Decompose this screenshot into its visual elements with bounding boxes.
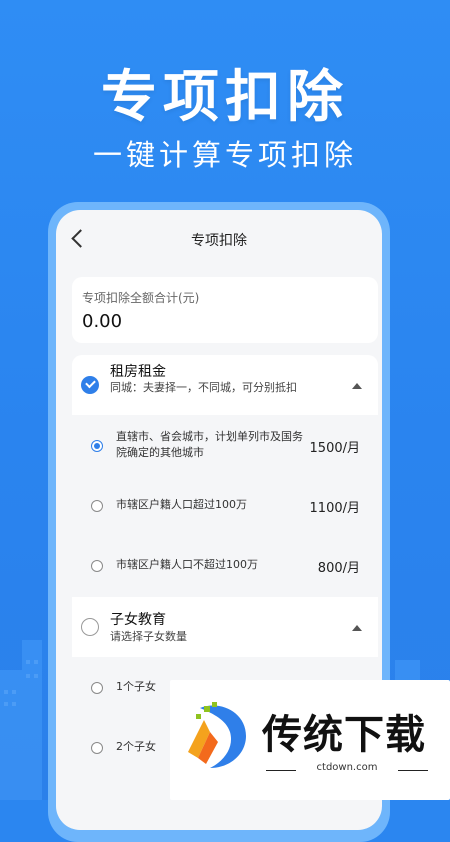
collapse-caret-icon[interactable] (352, 383, 362, 389)
total-label: 专项扣除全额合计(元) (82, 291, 200, 305)
option-rent-tier3[interactable]: 市辖区户籍人口不超过100万 800/月 (72, 535, 378, 595)
option-rent-tier2[interactable]: 市辖区户籍人口超过100万 1100/月 (72, 475, 378, 535)
total-card: 专项扣除全额合计(元) 0.00 (72, 277, 378, 343)
option-amount: 1100/月 (309, 501, 360, 516)
collapse-caret-icon[interactable] (352, 625, 362, 631)
page-title: 专项扣除 (191, 233, 247, 249)
watermark-url: ctdown.com (316, 762, 378, 773)
option-label: 直辖市、省会城市，计划单列市及国务院确定的其他城市 (116, 430, 303, 459)
option-rent-tier1[interactable]: 直辖市、省会城市，计划单列市及国务院确定的其他城市 1500/月 (72, 415, 378, 475)
option-amount: 1500/月 (309, 441, 360, 456)
option-label: 市辖区户籍人口超过100万 (116, 498, 247, 511)
radio-empty-icon[interactable] (91, 500, 103, 512)
top-bar: 专项扣除 (56, 210, 382, 270)
hero-title: 专项扣除 (101, 65, 349, 130)
section-description: 同城：夫妻择一，不同城，可分别抵扣 (110, 381, 297, 394)
section-title: 子女教育 (110, 612, 166, 628)
watermark-brand: 传统下载 (262, 712, 426, 758)
radio-empty-icon[interactable] (91, 560, 103, 572)
checked-circle-icon[interactable] (81, 376, 99, 394)
option-label: 市辖区户籍人口不超过100万 (116, 558, 258, 571)
section-title: 租房租金 (110, 364, 166, 380)
radio-empty-icon[interactable] (91, 682, 103, 694)
section-description: 请选择子女数量 (110, 630, 187, 643)
watermark-badge: 传统下载 ctdown.com (170, 680, 450, 800)
section-rent-header[interactable]: 租房租金 同城：夫妻择一，不同城，可分别抵扣 (72, 355, 378, 415)
brand-logo-icon (188, 702, 246, 768)
option-amount: 800/月 (317, 561, 360, 576)
unchecked-circle-icon[interactable] (81, 618, 99, 636)
radio-empty-icon[interactable] (91, 742, 103, 754)
radio-selected-icon[interactable] (91, 440, 103, 452)
hero-subtitle: 一键计算专项扣除 (92, 138, 357, 172)
total-value: 0.00 (82, 311, 123, 332)
section-education-header[interactable]: 子女教育 请选择子女数量 (72, 597, 378, 657)
watermark-divider-right (398, 770, 428, 771)
